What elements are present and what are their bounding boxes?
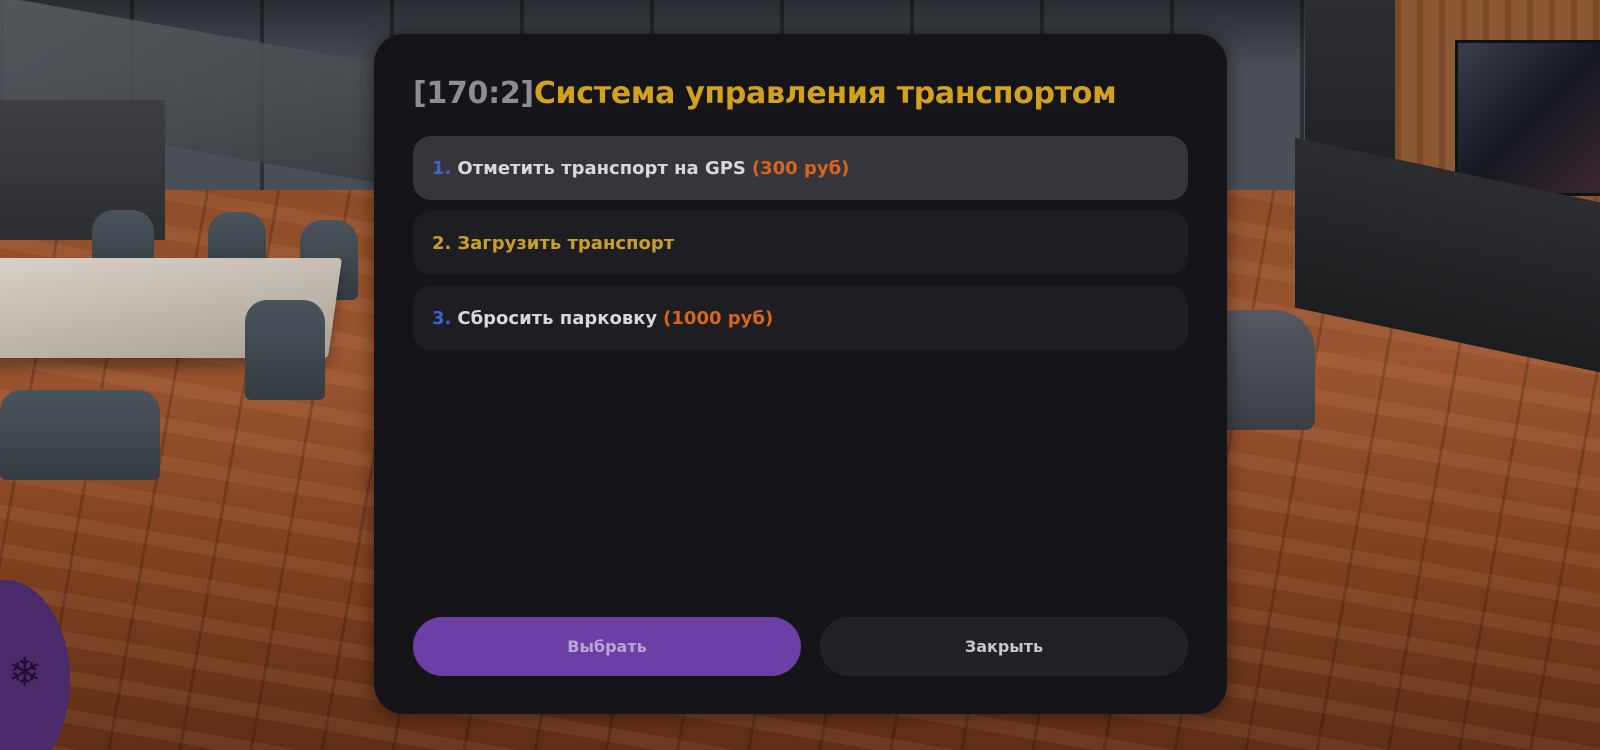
menu-item-reset-parking[interactable]: 3. Сбросить парковку (1000 руб) [413,286,1188,350]
vehicle-management-dialog: [170:2]Система управления транспортом 1.… [374,34,1227,714]
dialog-title: [170:2]Система управления транспортом [413,76,1117,111]
item-price: (1000 руб) [663,307,774,329]
dialog-id-code: [170:2] [413,76,534,111]
television [1455,40,1600,196]
item-label: Сбросить парковку [457,307,658,329]
dining-chair [245,300,325,400]
snowflake-icon: ❄ [8,650,42,696]
dialog-title-text: Система управления транспортом [533,76,1117,111]
select-button[interactable]: Выбрать [413,617,801,676]
close-button[interactable]: Закрыть [820,617,1188,676]
item-label: Отметить транспорт на GPS [457,157,746,179]
item-label: Загрузить транспорт [457,232,675,254]
dining-chair [0,390,160,480]
menu-item-load-vehicle[interactable]: 2. Загрузить транспорт [413,211,1188,275]
item-price: (300 руб) [751,157,850,179]
item-number: 3. [432,307,452,329]
item-number: 1. [432,157,452,179]
menu-item-mark-gps[interactable]: 1. Отметить транспорт на GPS (300 руб) [413,136,1188,200]
item-number: 2. [432,232,452,254]
